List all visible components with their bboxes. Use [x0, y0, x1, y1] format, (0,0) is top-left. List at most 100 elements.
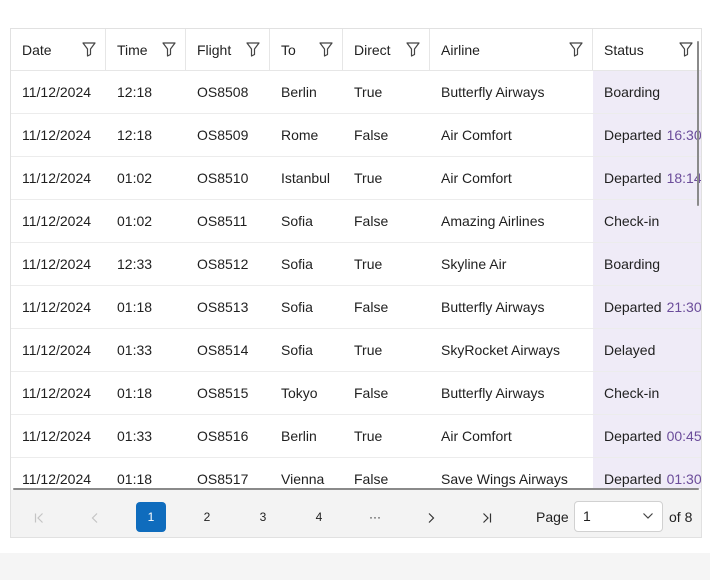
cell-text: False: [354, 385, 389, 401]
cell-text: False: [354, 471, 389, 487]
cell-text: Istanbul: [281, 170, 331, 186]
column-header-date[interactable]: Date: [11, 29, 106, 71]
filter-icon[interactable]: [246, 41, 262, 57]
page-count-label: of 8: [669, 509, 693, 525]
cell-text: 01:02: [117, 213, 153, 229]
cell-text: Berlin: [281, 428, 317, 444]
cell-text: Check-in: [604, 213, 660, 229]
previous-page-button[interactable]: [80, 502, 110, 532]
cell-text: Save Wings Airways: [441, 471, 568, 487]
cell-date: 11/12/2024: [11, 372, 106, 414]
cell-airline: Butterfly Airways: [430, 372, 593, 414]
last-page-button[interactable]: [472, 502, 502, 532]
status-time: 01:30: [666, 471, 701, 487]
cell-date: 11/12/2024: [11, 200, 106, 242]
filter-icon[interactable]: [82, 41, 98, 57]
cell-text: OS8517: [197, 471, 249, 487]
cell-text: Sofia: [281, 342, 313, 358]
filter-icon[interactable]: [406, 41, 422, 57]
table-row[interactable]: 11/12/2024 01:02 OS8510 Istanbul True Air Com…: [11, 157, 701, 200]
last-page-icon: [483, 512, 492, 523]
cell-date: 11/12/2024: [11, 458, 106, 489]
cell-flight: OS8513: [186, 286, 270, 328]
cell-flight: OS8515: [186, 372, 270, 414]
cell-text: Boarding: [604, 256, 661, 272]
cell-text: True: [354, 84, 383, 100]
cell-time: 01:18: [106, 372, 186, 414]
table-row[interactable]: 11/12/2024 01:33 OS8514 Sofia True SkyRocket …: [11, 329, 701, 372]
page-4-button[interactable]: 4: [304, 502, 334, 532]
cell-status: Departed 16:30: [593, 114, 701, 156]
cell-status: Delayed: [593, 329, 701, 371]
cell-airline: Amazing Airlines: [430, 200, 593, 242]
cell-status: Boarding: [593, 243, 701, 285]
cell-text: 11/12/2024: [22, 84, 92, 100]
column-header-status[interactable]: Status: [593, 29, 701, 71]
table-row[interactable]: 11/12/2024 01:18 OS8517 Vienna False Save Win…: [11, 458, 701, 489]
table-row[interactable]: 11/12/2024 01:18 OS8515 Tokyo False Butterfly…: [11, 372, 701, 415]
cell-date: 11/12/2024: [11, 286, 106, 328]
cell-direct: False: [343, 372, 430, 414]
column-header-flight[interactable]: Flight: [186, 29, 270, 71]
cell-to: Sofia: [270, 243, 343, 285]
column-header-label: Airline: [441, 42, 480, 58]
page-select[interactable]: 1: [574, 501, 663, 532]
cell-direct: False: [343, 200, 430, 242]
cell-to: Berlin: [270, 415, 343, 457]
next-page-button[interactable]: [416, 502, 446, 532]
cell-status: Departed 00:45: [593, 415, 701, 457]
cell-date: 11/12/2024: [11, 415, 106, 457]
cell-status: Boarding: [593, 71, 701, 113]
cell-time: 01:18: [106, 286, 186, 328]
filter-icon[interactable]: [319, 41, 335, 57]
column-header-airline[interactable]: Airline: [430, 29, 593, 71]
column-header-label: Direct: [354, 42, 391, 58]
column-header-label: Date: [22, 42, 52, 58]
cell-text: Check-in: [604, 385, 660, 401]
page-label: Page: [536, 509, 569, 525]
cell-time: 01:33: [106, 329, 186, 371]
cell-direct: True: [343, 71, 430, 113]
cell-direct: True: [343, 329, 430, 371]
cell-text: 11/12/2024: [22, 213, 92, 229]
filter-icon[interactable]: [162, 41, 178, 57]
page-3-button[interactable]: 3: [248, 502, 278, 532]
table-row[interactable]: 11/12/2024 12:33 OS8512 Sofia True Skyline Ai…: [11, 243, 701, 286]
page-2-button[interactable]: 2: [192, 502, 222, 532]
column-header-label: Status: [604, 42, 644, 58]
cell-to: Istanbul: [270, 157, 343, 199]
page-1-button[interactable]: 1: [136, 502, 166, 532]
table-row[interactable]: 11/12/2024 12:18 OS8509 Rome False Air Comfor…: [11, 114, 701, 157]
previous-page-icon: [91, 512, 98, 523]
cell-airline: Butterfly Airways: [430, 286, 593, 328]
page-select-value: 1: [583, 508, 591, 524]
cell-text: 12:33: [117, 256, 153, 272]
chevron-down-icon: [643, 513, 653, 519]
vertical-scrollbar[interactable]: [697, 41, 699, 206]
more-pages-button[interactable]: ···: [360, 502, 390, 532]
cell-text: 11/12/2024: [22, 428, 92, 444]
filter-icon[interactable]: [569, 41, 585, 57]
cell-date: 11/12/2024: [11, 329, 106, 371]
cell-text: Berlin: [281, 84, 317, 100]
table-row[interactable]: 11/12/2024 12:18 OS8508 Berlin True Butterfly…: [11, 71, 701, 114]
column-header-to[interactable]: To: [270, 29, 343, 71]
column-header-time[interactable]: Time: [106, 29, 186, 71]
cell-flight: OS8510: [186, 157, 270, 199]
cell-flight: OS8517: [186, 458, 270, 489]
first-page-button[interactable]: [24, 502, 54, 532]
cell-direct: True: [343, 157, 430, 199]
cell-direct: False: [343, 114, 430, 156]
cell-status: Check-in: [593, 372, 701, 414]
cell-text: 01:02: [117, 170, 153, 186]
column-header-direct[interactable]: Direct: [343, 29, 430, 71]
table-row[interactable]: 11/12/2024 01:02 OS8511 Sofia False Amazing A…: [11, 200, 701, 243]
cell-text: Boarding: [604, 84, 661, 100]
table-row[interactable]: 11/12/2024 01:18 OS8513 Sofia False Butterfly…: [11, 286, 701, 329]
cell-to: Sofia: [270, 329, 343, 371]
cell-text: Skyline Air: [441, 256, 507, 272]
filter-icon[interactable]: [679, 41, 695, 57]
cell-time: 12:33: [106, 243, 186, 285]
table-row[interactable]: 11/12/2024 01:33 OS8516 Berlin True Air Comfo…: [11, 415, 701, 458]
status-time: 18:14: [666, 170, 701, 186]
